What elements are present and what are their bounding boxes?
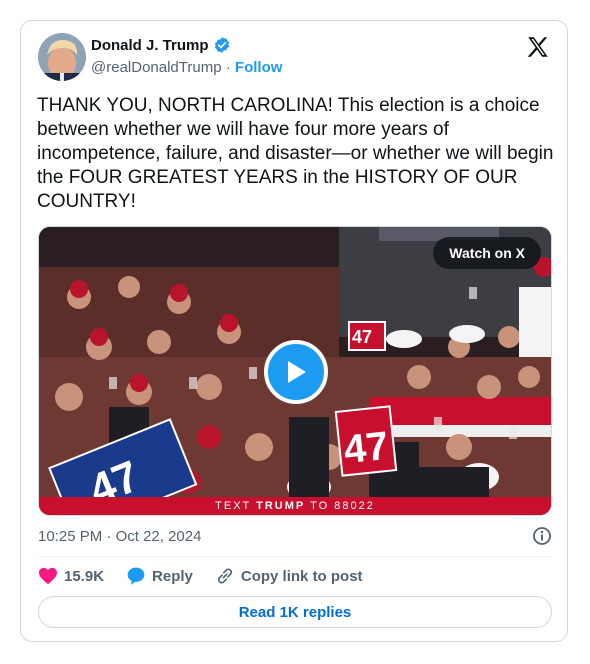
- post-time: 10:25 PM: [38, 527, 103, 545]
- divider: [38, 556, 552, 557]
- play-icon: [288, 361, 306, 383]
- author-name[interactable]: Donald J. Trump: [91, 37, 209, 54]
- timestamp[interactable]: 10:25 PM · Oct 22, 2024: [38, 528, 201, 545]
- copy-link-button[interactable]: Copy link to post: [215, 566, 363, 586]
- video-player[interactable]: 47 47 47 Watch on X TEXT TRUMP TO 88022: [38, 226, 552, 516]
- reply-bubble-icon: [127, 567, 145, 585]
- timestamp-separator: ·: [106, 527, 116, 545]
- banner-keyword: TRUMP: [256, 500, 306, 512]
- tweet-card: Donald J. Trump @realDonaldTrump · Follo…: [20, 20, 568, 642]
- text-banner: TEXT TRUMP TO 88022: [39, 497, 551, 515]
- banner-prefix: TEXT: [215, 500, 257, 512]
- sign-number-small: 47: [352, 327, 372, 347]
- post-date: Oct 22, 2024: [115, 527, 202, 545]
- play-button[interactable]: [264, 340, 328, 404]
- x-logo-icon[interactable]: [525, 34, 551, 60]
- handle-separator: ·: [225, 59, 235, 76]
- author-name-row: Donald J. Trump: [91, 36, 231, 54]
- read-replies-button[interactable]: Read 1K replies: [38, 596, 552, 628]
- author-handle-row: @realDonaldTrump · Follow: [91, 59, 282, 76]
- copy-link-label: Copy link to post: [240, 567, 363, 585]
- avatar-image: [38, 33, 86, 81]
- link-icon: [217, 568, 232, 584]
- timestamp-row: 10:25 PM · Oct 22, 2024: [38, 525, 552, 547]
- tweet-text: THANK YOU, NORTH CAROLINA! This election…: [37, 95, 554, 212]
- reply-label: Reply: [152, 567, 193, 585]
- author-handle[interactable]: @realDonaldTrump: [91, 59, 222, 76]
- heart-icon: [39, 567, 57, 585]
- verified-badge-icon: [214, 37, 229, 53]
- banner-suffix: TO 88022: [305, 500, 375, 512]
- like-count: 15.9K: [64, 567, 105, 585]
- like-button[interactable]: 15.9K: [38, 567, 104, 585]
- avatar[interactable]: [38, 33, 86, 81]
- follow-button[interactable]: Follow: [235, 59, 283, 76]
- watch-on-x-button[interactable]: Watch on X: [433, 237, 541, 269]
- action-bar: 15.9K Reply Copy link to post: [38, 565, 385, 587]
- reply-button[interactable]: Reply: [126, 566, 193, 586]
- sign-number-large: 47: [342, 424, 391, 472]
- info-icon[interactable]: [532, 526, 552, 546]
